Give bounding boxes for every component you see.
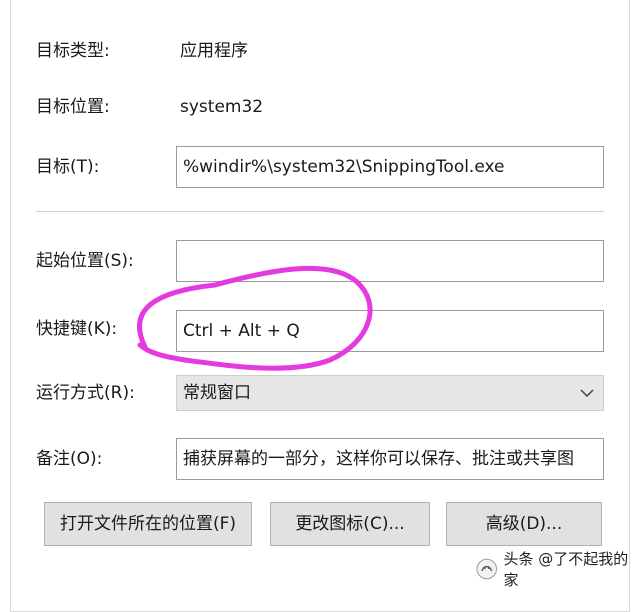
toutiao-logo-icon	[476, 558, 497, 580]
start-in-input[interactable]	[176, 240, 604, 282]
target-location-value: system32	[180, 97, 264, 117]
target-location-label: 目标位置:	[36, 97, 110, 117]
start-in-label: 起始位置(S):	[36, 251, 134, 271]
target-type-value: 应用程序	[180, 41, 248, 61]
comment-input[interactable]: 捕获屏幕的一部分，这样你可以保存、批注或共享图	[176, 438, 604, 480]
advanced-button[interactable]: 高级(D)...	[446, 502, 602, 546]
run-label: 运行方式(R):	[36, 383, 135, 403]
chevron-down-icon[interactable]	[579, 376, 595, 410]
target-type-label: 目标类型:	[36, 41, 110, 61]
run-select-value: 常规窗口	[183, 383, 251, 403]
separator	[36, 211, 604, 212]
shortcut-key-input[interactable]: Ctrl + Alt + Q	[176, 310, 604, 352]
run-select[interactable]: 常规窗口	[176, 375, 604, 411]
open-file-location-button[interactable]: 打开文件所在的位置(F)	[44, 502, 252, 546]
watermark-text: 头条 @了不起我的家	[503, 550, 629, 589]
target-label: 目标(T):	[36, 157, 100, 177]
change-icon-button[interactable]: 更改图标(C)...	[270, 502, 430, 546]
target-input[interactable]: %windir%\system32\SnippingTool.exe	[176, 146, 604, 188]
shortcut-key-label: 快捷键(K):	[36, 319, 118, 339]
comment-label: 备注(O):	[36, 449, 103, 469]
watermark: 头条 @了不起我的家	[476, 548, 640, 590]
